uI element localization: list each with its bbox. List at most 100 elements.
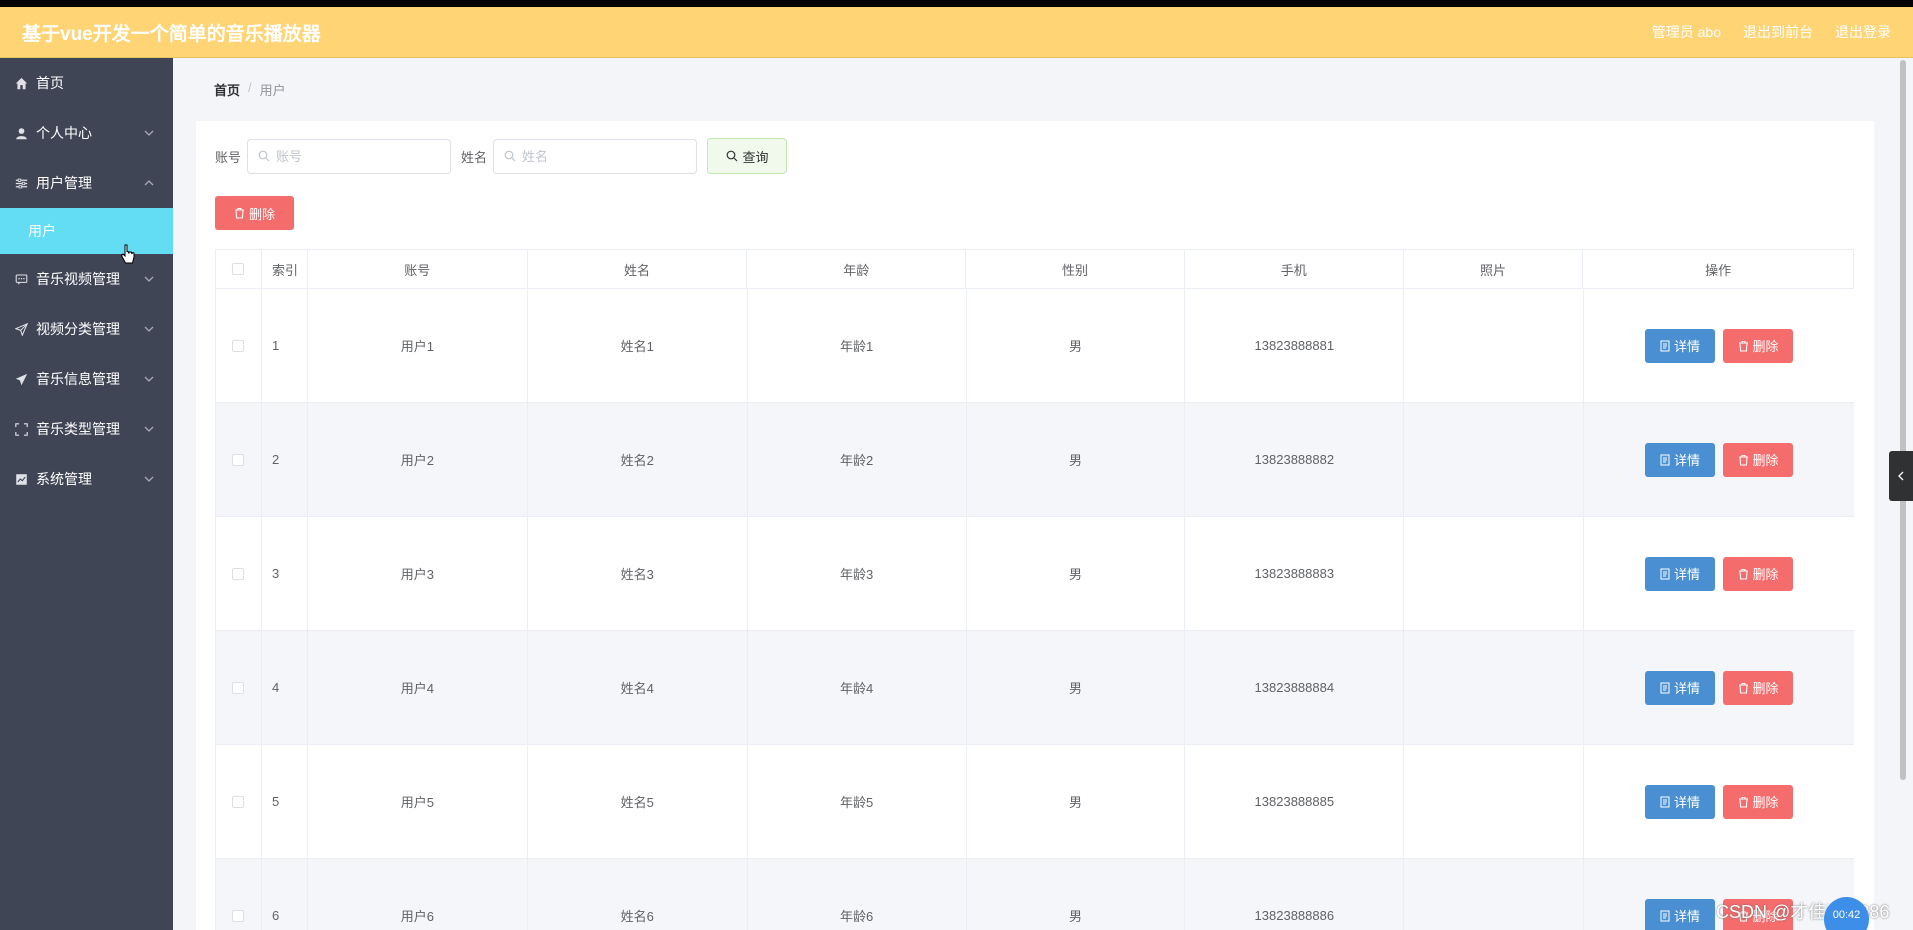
select-all-checkbox[interactable] bbox=[232, 263, 245, 275]
sidebar-item-music-info[interactable]: 音乐信息管理 bbox=[0, 354, 173, 404]
cell-account: 用户4 bbox=[308, 631, 528, 744]
chart-icon bbox=[14, 472, 28, 486]
detail-button[interactable]: 详情 bbox=[1645, 670, 1716, 705]
cell-actions: 详情 删除 bbox=[1584, 745, 1854, 858]
cell-index: 3 bbox=[262, 517, 308, 630]
document-icon bbox=[1660, 682, 1670, 693]
cell-gender: 男 bbox=[967, 289, 1186, 402]
sliders-icon bbox=[14, 176, 28, 190]
row-checkbox[interactable] bbox=[232, 453, 245, 466]
sidebar: 首页 个人中心 用户管理 用户 音乐视频管理 视频分类管理 音乐信息管理 音乐类… bbox=[0, 58, 173, 930]
sidebar-item-label: 首页 bbox=[36, 75, 64, 91]
select-all-cell bbox=[216, 250, 262, 288]
header-name: 姓名 bbox=[528, 250, 748, 288]
row-select-cell bbox=[216, 631, 262, 744]
page-scrollbar[interactable] bbox=[1900, 60, 1908, 780]
query-button-label: 查询 bbox=[742, 149, 769, 165]
send-icon bbox=[14, 322, 28, 336]
table-row: 2 用户2 姓名2 年龄2 男 13823888882 详情 删除 bbox=[215, 403, 1854, 517]
cell-photo bbox=[1404, 517, 1585, 630]
cell-actions: 详情 删除 bbox=[1584, 631, 1854, 744]
detail-button[interactable]: 详情 bbox=[1645, 328, 1716, 363]
row-delete-button[interactable]: 删除 bbox=[1723, 442, 1794, 477]
cell-actions: 详情 删除 bbox=[1584, 289, 1854, 402]
row-select-cell bbox=[216, 403, 262, 516]
query-button[interactable]: 查询 bbox=[707, 138, 788, 174]
plane-icon bbox=[14, 372, 28, 386]
sidebar-item-label: 音乐信息管理 bbox=[36, 371, 120, 387]
cell-phone: 13823888884 bbox=[1185, 631, 1405, 744]
cell-age: 年龄4 bbox=[748, 631, 967, 744]
logout-link[interactable]: 退出登录 bbox=[1835, 22, 1891, 42]
detail-button[interactable]: 详情 bbox=[1645, 442, 1716, 477]
table-row: 3 用户3 姓名3 年龄3 男 13823888883 详情 删除 bbox=[215, 517, 1854, 631]
chevron-down-icon bbox=[144, 326, 154, 332]
cell-photo bbox=[1404, 631, 1585, 744]
cell-age: 年龄3 bbox=[748, 517, 967, 630]
row-delete-button[interactable]: 删除 bbox=[1723, 328, 1794, 363]
cell-name: 姓名1 bbox=[528, 289, 748, 402]
cell-phone: 13823888883 bbox=[1185, 517, 1405, 630]
sidebar-item-home[interactable]: 首页 bbox=[0, 58, 173, 108]
cell-name: 姓名4 bbox=[528, 631, 748, 744]
row-checkbox[interactable] bbox=[232, 909, 245, 922]
cell-index: 6 bbox=[262, 859, 308, 930]
detail-button[interactable]: 详情 bbox=[1645, 784, 1716, 819]
search-icon bbox=[504, 150, 516, 162]
sidebar-item-music-video[interactable]: 音乐视频管理 bbox=[0, 254, 173, 304]
header-links: 管理员 abo 退出到前台 退出登录 bbox=[1652, 22, 1891, 42]
batch-delete-button[interactable]: 删除 bbox=[215, 196, 294, 230]
cell-photo bbox=[1404, 745, 1585, 858]
cell-phone: 13823888885 bbox=[1185, 745, 1405, 858]
row-delete-button[interactable]: 删除 bbox=[1723, 784, 1794, 819]
mouse-cursor-icon bbox=[120, 244, 135, 264]
admin-user-link[interactable]: 管理员 abo bbox=[1652, 22, 1721, 42]
sidebar-item-system[interactable]: 系统管理 bbox=[0, 454, 173, 504]
sidebar-item-music-type[interactable]: 音乐类型管理 bbox=[0, 404, 173, 454]
sidebar-item-profile[interactable]: 个人中心 bbox=[0, 108, 173, 158]
cell-account: 用户6 bbox=[308, 859, 528, 930]
chevron-down-icon bbox=[144, 476, 154, 482]
batch-delete-label: 删除 bbox=[248, 206, 275, 222]
top-black-strip bbox=[0, 0, 1913, 7]
cell-age: 年龄6 bbox=[748, 859, 967, 930]
cell-actions: 详情 删除 bbox=[1584, 517, 1854, 630]
row-checkbox[interactable] bbox=[232, 339, 245, 352]
chat-icon bbox=[14, 272, 28, 286]
breadcrumb-home[interactable]: 首页 bbox=[214, 80, 240, 99]
detail-button[interactable]: 详情 bbox=[1645, 556, 1716, 591]
home-icon bbox=[14, 76, 28, 90]
breadcrumb: 首页 / 用户 bbox=[214, 80, 286, 99]
side-panel-toggle[interactable] bbox=[1889, 451, 1913, 501]
header-account: 账号 bbox=[308, 250, 528, 288]
sidebar-subitem-user[interactable]: 用户 bbox=[0, 208, 173, 254]
detail-button-label: 详情 bbox=[1674, 453, 1701, 468]
row-delete-button[interactable]: 删除 bbox=[1723, 556, 1794, 591]
sidebar-item-video-category[interactable]: 视频分类管理 bbox=[0, 304, 173, 354]
cell-index: 2 bbox=[262, 403, 308, 516]
sidebar-item-user-management[interactable]: 用户管理 bbox=[0, 158, 173, 208]
cell-gender: 男 bbox=[967, 745, 1186, 858]
document-icon bbox=[1660, 454, 1670, 465]
cell-actions: 详情 删除 bbox=[1584, 403, 1854, 516]
cell-account: 用户3 bbox=[308, 517, 528, 630]
detail-button[interactable]: 详情 bbox=[1645, 898, 1716, 930]
name-label: 姓名 bbox=[461, 149, 488, 165]
exit-to-frontend-link[interactable]: 退出到前台 bbox=[1743, 22, 1813, 42]
row-select-cell bbox=[216, 745, 262, 858]
detail-button-label: 详情 bbox=[1674, 909, 1701, 924]
trash-icon bbox=[1738, 454, 1748, 466]
row-checkbox[interactable] bbox=[232, 681, 245, 694]
row-checkbox[interactable] bbox=[232, 795, 245, 808]
document-icon bbox=[1660, 910, 1670, 921]
account-search-input[interactable] bbox=[276, 148, 437, 164]
cell-age: 年龄5 bbox=[748, 745, 967, 858]
row-delete-button[interactable]: 删除 bbox=[1723, 670, 1794, 705]
row-checkbox[interactable] bbox=[232, 567, 245, 580]
chevron-down-icon bbox=[144, 130, 154, 136]
sidebar-item-label: 音乐视频管理 bbox=[36, 271, 120, 287]
search-icon bbox=[258, 150, 270, 162]
scrollbar-thumb[interactable] bbox=[1900, 60, 1906, 780]
name-search-input[interactable] bbox=[522, 148, 683, 164]
trash-icon bbox=[1738, 340, 1748, 352]
